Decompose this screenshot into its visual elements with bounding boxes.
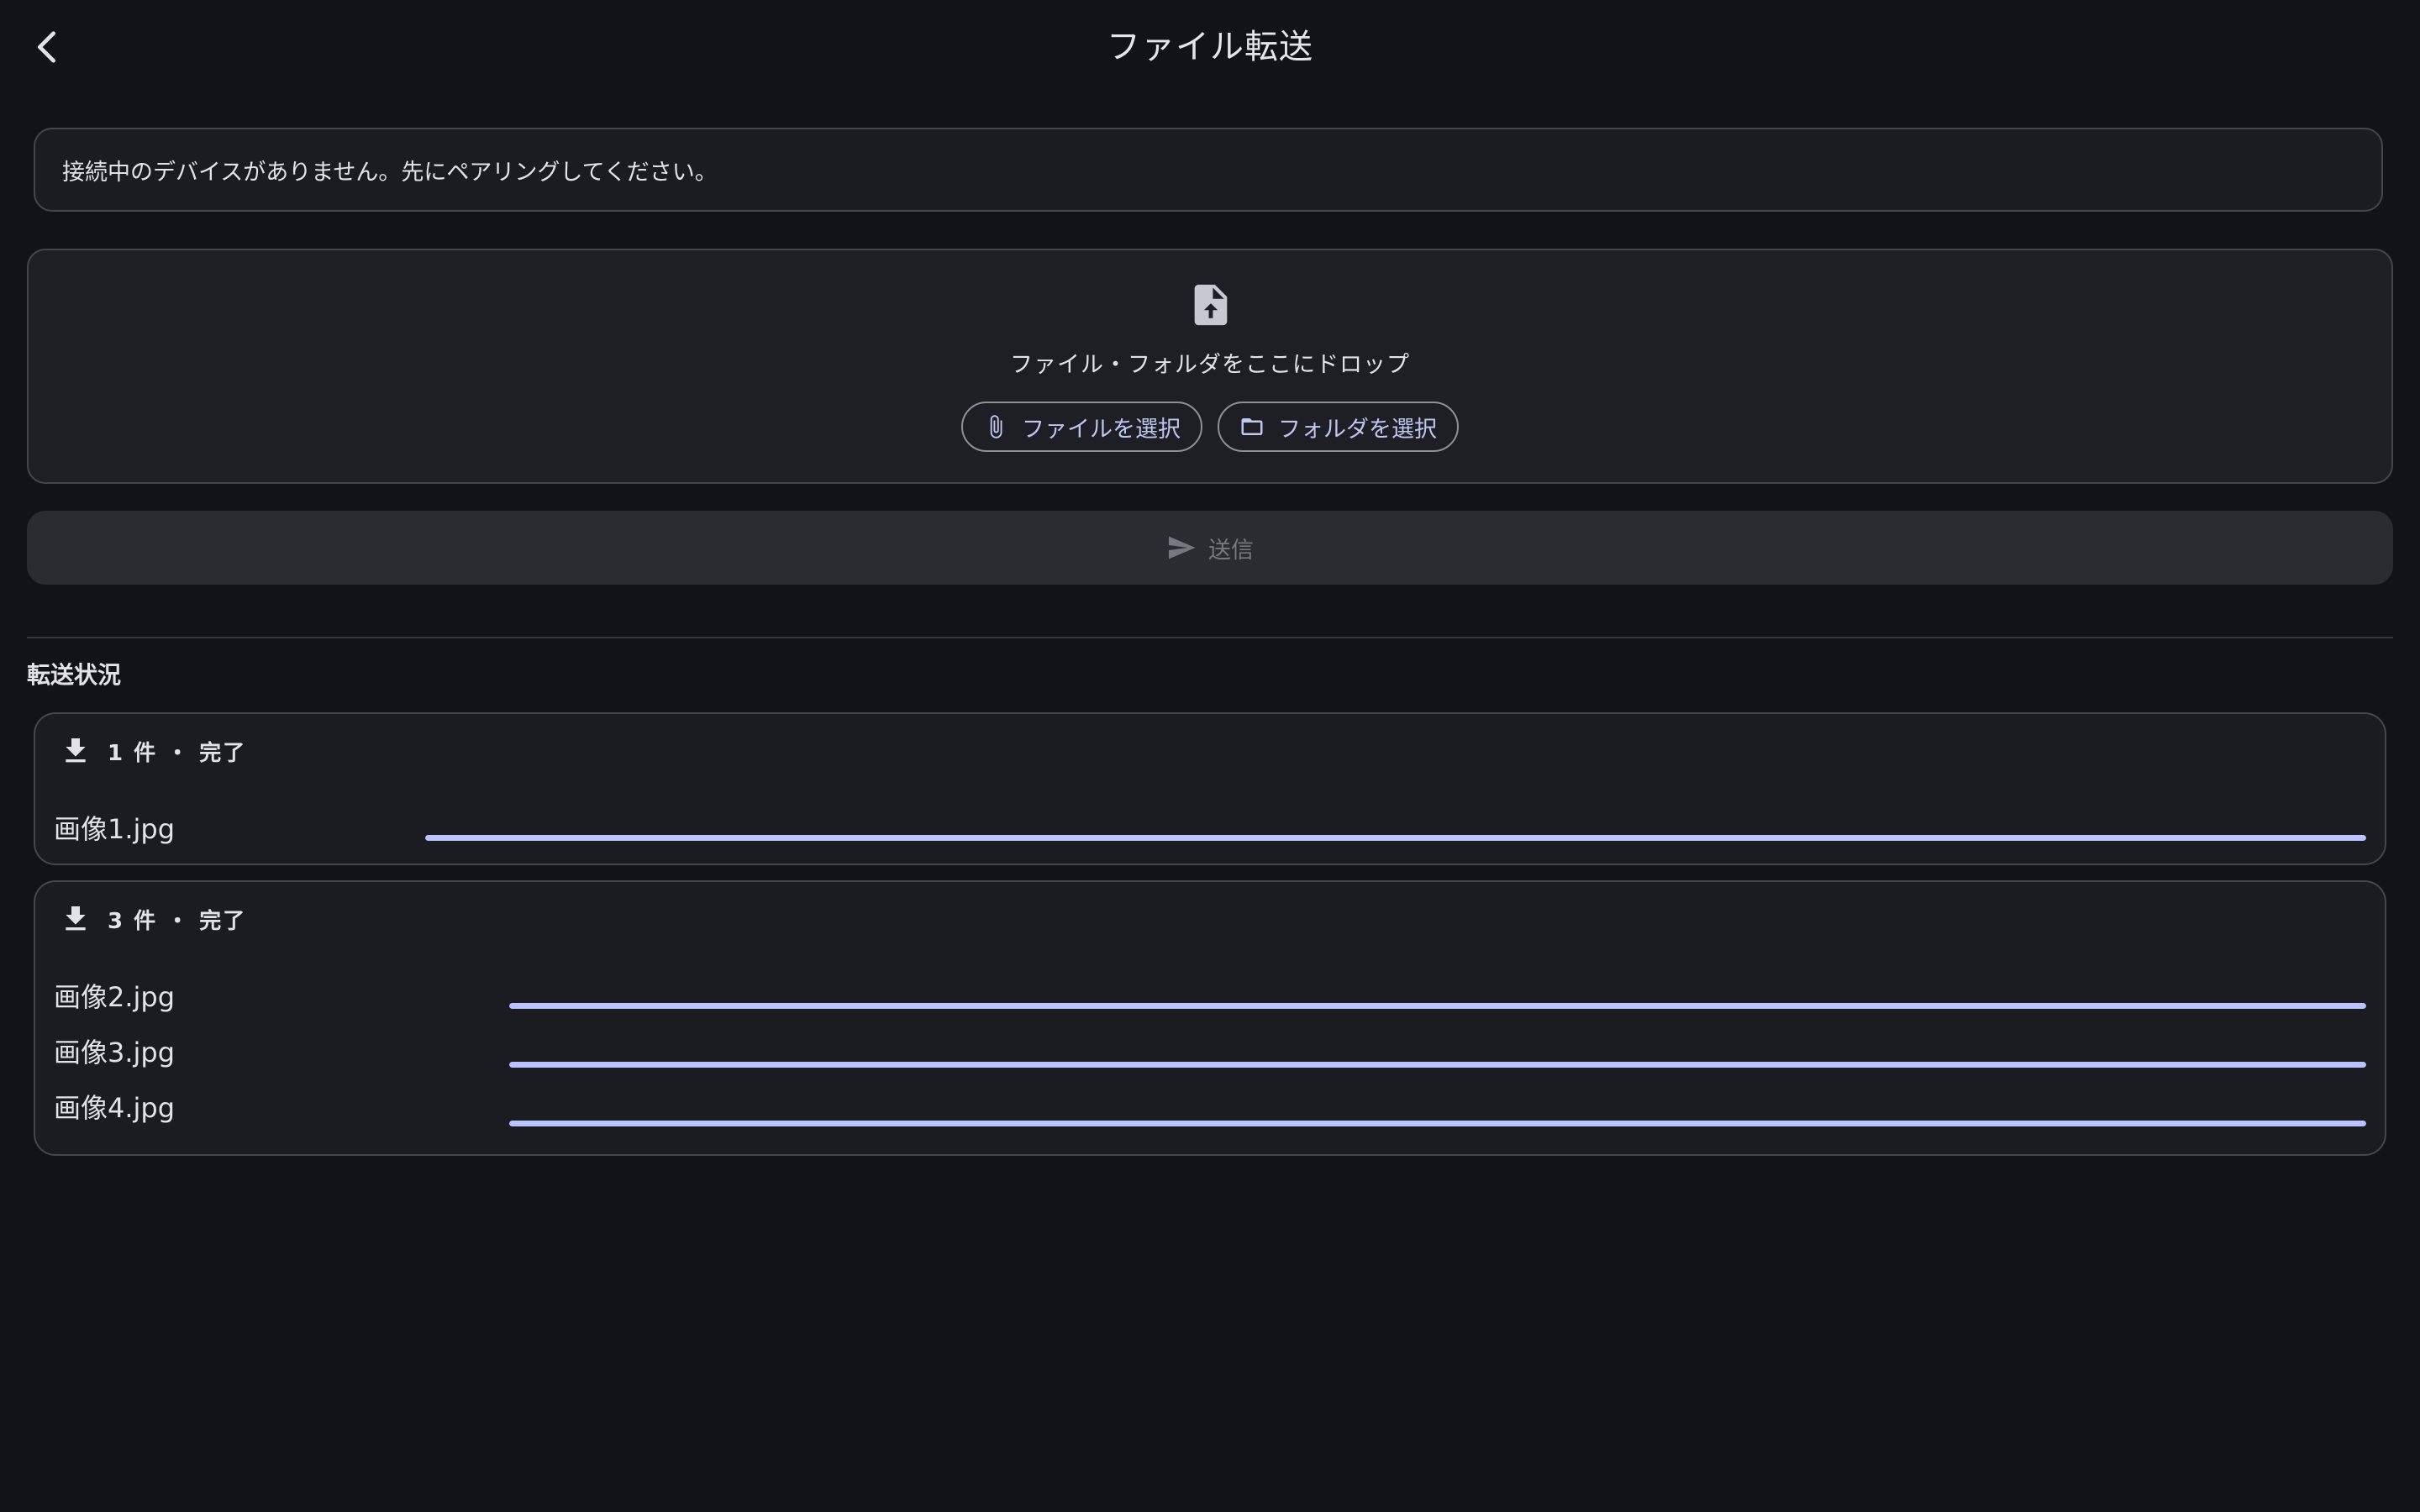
file-progress-bar (509, 1121, 2366, 1126)
transfer-file-row: 画像4.jpg (54, 1080, 2366, 1131)
transfer-group-header: 1 件 ・ 完了 (59, 734, 246, 768)
transfer-group-card: 1 件 ・ 完了 画像1.jpg (34, 712, 2386, 865)
no-device-notice: 接続中のデバイスがありません。先にペアリングしてください。 (34, 128, 2383, 212)
file-name: 画像3.jpg (54, 1037, 176, 1068)
file-progress-fill (509, 1121, 2366, 1126)
notice-text: 接続中のデバイスがありません。先にペアリングしてください。 (62, 159, 718, 186)
select-file-button[interactable]: ファイルを選択 (961, 402, 1202, 452)
select-file-label: ファイルを選択 (1022, 416, 1181, 443)
select-folder-button[interactable]: フォルダを選択 (1218, 402, 1459, 452)
send-button[interactable]: 送信 (27, 511, 2393, 585)
transfer-file-row: 画像3.jpg (54, 1025, 2366, 1075)
transfer-status-title: 転送状況 (27, 661, 122, 689)
transfer-file-row: 画像1.jpg (54, 801, 2366, 852)
transfer-file-row: 画像2.jpg (54, 969, 2366, 1020)
file-name: 画像4.jpg (54, 1092, 176, 1124)
file-transfer-screen: ファイル転送 接続中のデバイスがありません。先にペアリングしてください。 ファイ… (0, 0, 2420, 1512)
file-progress-fill (425, 835, 2366, 841)
file-progress-fill (509, 1003, 2366, 1009)
select-folder-label: フォルダを選択 (1278, 416, 1437, 443)
drop-hint: ファイル・フォルダをここにドロップ (1010, 352, 1410, 378)
file-progress-bar (509, 1003, 2366, 1009)
file-name: 画像2.jpg (54, 981, 176, 1013)
download-icon (66, 906, 86, 931)
top-app-bar: ファイル転送 (0, 0, 2420, 94)
file-progress-fill (509, 1062, 2366, 1068)
page-title: ファイル転送 (1107, 28, 1313, 66)
download-icon (66, 738, 86, 763)
file-progress-bar (509, 1062, 2366, 1068)
section-divider (27, 637, 2393, 638)
file-upload-icon (1194, 284, 1228, 326)
drop-actions: ファイルを選択 フォルダを選択 (29, 402, 2391, 452)
send-icon (1169, 536, 1196, 559)
transfer-group-summary: 1 件 ・ 完了 (108, 740, 247, 766)
send-label: 送信 (1208, 537, 1254, 564)
file-progress-bar (425, 835, 2366, 841)
transfer-group-header: 3 件 ・ 完了 (59, 902, 246, 936)
file-name: 画像1.jpg (54, 813, 176, 845)
drop-zone[interactable]: ファイル・フォルダをここにドロップ ファイルを選択 フォルダを選択 (27, 249, 2393, 484)
transfer-group-summary: 3 件 ・ 完了 (108, 908, 247, 934)
folder-icon (1241, 418, 1263, 435)
transfer-group-card: 3 件 ・ 完了 画像2.jpg 画像3.jpg 画像4.jpg (34, 880, 2386, 1156)
paperclip-icon (990, 415, 1002, 438)
